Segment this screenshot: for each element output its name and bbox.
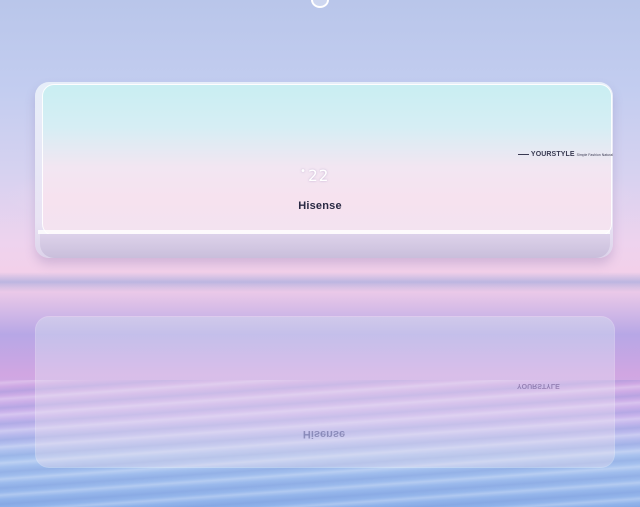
tagline-subtitle: Simple Fashion Natural (576, 152, 613, 157)
water-reflection: Hisense YOURSTYLE (35, 316, 615, 468)
horizon-line (0, 272, 640, 292)
brand-logo: Hisense (298, 200, 342, 212)
top-ring-ornament (311, 0, 329, 8)
scene-background: •22 Hisense YOURSTYLE Simple Fashion Nat… (0, 0, 640, 507)
temperature-value: 22 (308, 166, 330, 185)
reflection-brand: Hisense (302, 428, 346, 440)
tagline-title: YOURSTYLE (530, 151, 575, 158)
display-dot: • (300, 166, 308, 177)
air-conditioner-vent (40, 234, 610, 258)
reflection-tagline: YOURSTYLE (517, 382, 560, 389)
reflection-body (35, 316, 615, 468)
air-conditioner-front-panel (42, 84, 612, 236)
tagline-rule (518, 154, 529, 155)
tagline: YOURSTYLE Simple Fashion Natural (518, 151, 613, 158)
temperature-display: •22 (300, 166, 329, 185)
